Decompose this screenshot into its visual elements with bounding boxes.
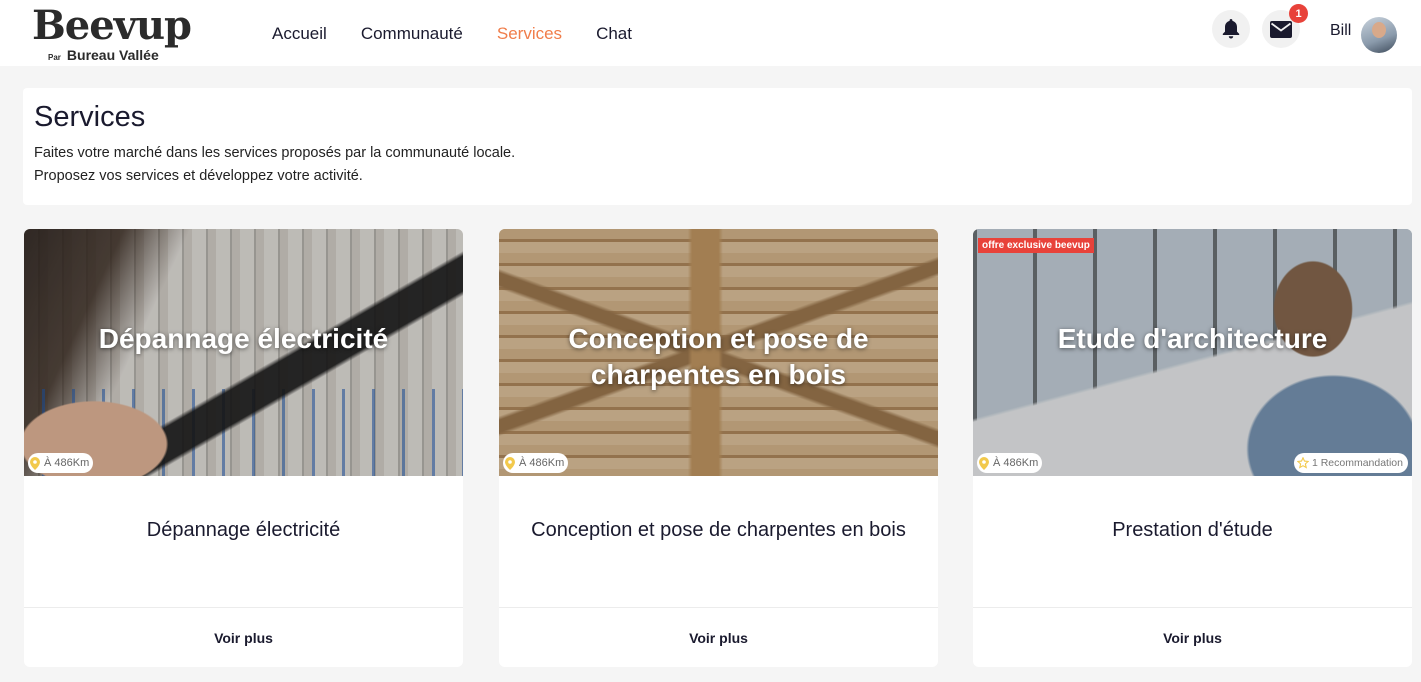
location-pin-icon xyxy=(505,456,515,470)
messages-count-badge: 1 xyxy=(1289,4,1308,23)
voir-plus-button[interactable]: Voir plus xyxy=(973,607,1412,667)
service-image[interactable]: offre exclusive beevup Etude d'architect… xyxy=(973,229,1412,476)
top-navbar: Beevup Par Bureau Vallée Accueil Communau… xyxy=(0,0,1421,66)
main-nav: Accueil Communauté Services Chat xyxy=(272,24,632,44)
user-name[interactable]: Bill xyxy=(1330,22,1351,40)
distance-text: À 486Km xyxy=(993,457,1039,469)
distance-badge: À 486Km xyxy=(503,453,569,473)
logo-subtitle: Par Bureau Vallée xyxy=(48,47,159,63)
distance-badge: À 486Km xyxy=(977,453,1043,473)
notifications-button[interactable] xyxy=(1212,10,1250,48)
bell-icon xyxy=(1222,19,1240,39)
distance-badge: À 486Km xyxy=(28,453,94,473)
location-pin-icon xyxy=(979,456,989,470)
service-card[interactable]: offre exclusive beevup Etude d'architect… xyxy=(973,229,1412,667)
service-card[interactable]: Conception et pose de charpentes en bois… xyxy=(499,229,938,667)
logo-wordmark: Beevup xyxy=(32,2,192,49)
recommendation-text: 1 Recommandation xyxy=(1311,457,1403,469)
distance-text: À 486Km xyxy=(519,457,565,469)
service-title: Prestation d'étude xyxy=(1112,519,1273,541)
nav-services[interactable]: Services xyxy=(497,24,562,44)
star-icon xyxy=(1296,457,1309,469)
user-avatar[interactable] xyxy=(1361,17,1397,53)
image-title: Etude d'architecture xyxy=(1057,323,1328,354)
nav-accueil[interactable]: Accueil xyxy=(272,24,327,44)
service-title: Conception et pose de charpentes en bois xyxy=(531,519,906,541)
envelope-icon xyxy=(1270,20,1292,38)
beevup-logo[interactable]: Beevup Par Bureau Vallée xyxy=(32,2,216,66)
service-title: Dépannage électricité xyxy=(146,519,341,541)
page-description-line-1: Faites votre marché dans les services pr… xyxy=(34,145,516,161)
page-description-line-2: Proposez vos services et développez votr… xyxy=(34,168,363,184)
service-card[interactable]: Dépannage électricité À 486Km Dépannage … xyxy=(24,229,463,667)
service-image[interactable]: Conception et pose de charpentes en bois… xyxy=(499,229,938,476)
exclusive-offer-badge: offre exclusive beevup xyxy=(978,238,1094,253)
nav-communaute[interactable]: Communauté xyxy=(361,24,463,44)
image-title: Dépannage électricité xyxy=(98,323,389,354)
location-pin-icon xyxy=(30,456,40,470)
nav-chat[interactable]: Chat xyxy=(596,24,632,44)
image-title: Conception et pose de charpentes en bois xyxy=(568,323,869,390)
voir-plus-button[interactable]: Voir plus xyxy=(499,607,938,667)
services-header: Services Faites votre marché dans les se… xyxy=(23,88,1412,205)
service-image[interactable]: Dépannage électricité À 486Km xyxy=(24,229,463,476)
page-title: Services xyxy=(34,101,146,133)
voir-plus-button[interactable]: Voir plus xyxy=(24,607,463,667)
recommendation-badge: 1 Recommandation xyxy=(1293,453,1408,473)
distance-text: À 486Km xyxy=(44,457,90,469)
